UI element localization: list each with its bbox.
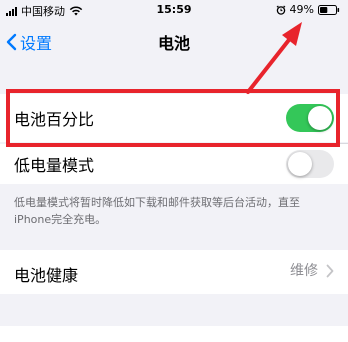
- navigation-bar: 设置 电池: [0, 22, 348, 60]
- toggle-knob: [308, 106, 332, 130]
- chevron-right-icon: [326, 264, 334, 278]
- alarm-icon: [276, 5, 285, 15]
- divider: [14, 143, 348, 144]
- toggle-knob: [288, 152, 312, 176]
- low-power-footnote: 低电量模式将暂时降低如下载和邮件获取等后台活动，直至iPhone完全充电。: [14, 196, 300, 226]
- status-bar: 中国移动 15:59 49%: [0, 0, 348, 22]
- low-power-mode-row: 低电量模式: [0, 144, 348, 184]
- battery-percentage-label: 电池百分比: [14, 110, 95, 129]
- battery-icon: [318, 4, 340, 15]
- battery-percentage-toggle[interactable]: [286, 104, 334, 132]
- battery-health-row[interactable]: 电池健康 维修: [0, 250, 348, 294]
- next-section-row: [0, 326, 348, 342]
- status-right: 49%: [276, 3, 340, 16]
- low-power-mode-label: 低电量模式: [14, 156, 95, 175]
- battery-health-value: 维修: [290, 263, 318, 279]
- battery-percentage-row: 电池百分比: [0, 94, 348, 142]
- low-power-mode-toggle[interactable]: [286, 150, 334, 178]
- battery-percent: 49%: [289, 3, 314, 16]
- page-title: 电池: [157, 34, 190, 53]
- battery-health-label: 电池健康: [14, 266, 79, 285]
